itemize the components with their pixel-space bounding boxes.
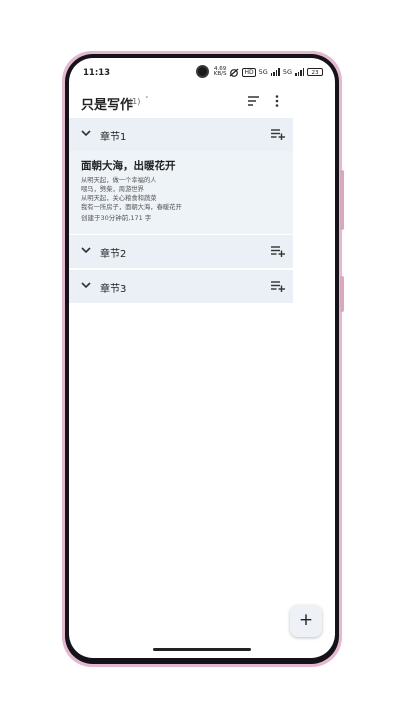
chevron-down-icon[interactable] (81, 129, 91, 137)
home-indicator[interactable] (153, 648, 251, 651)
screen: 11:13 4.69 KB/S HD 5G 5G 23 只是写作 (1) ˅ 章… (69, 58, 335, 658)
network-type-2: 5G (282, 68, 292, 76)
status-icons: 4.69 KB/S HD 5G 5G 23 (213, 66, 323, 77)
app-title[interactable]: 只是写作 (81, 94, 133, 113)
status-time: 11:13 (83, 68, 111, 78)
document-card[interactable]: 面朝大海，出暖花开 从明天起，做一个幸福的人 喂马，劈柴，周游世界 从明天起，关… (69, 151, 293, 234)
playlist-add-icon[interactable] (271, 128, 285, 140)
document-preview: 从明天起，做一个幸福的人 喂马，劈柴，周游世界 从明天起，关心粮食和蔬菜 我有一… (81, 176, 286, 212)
chevron-down-icon[interactable] (81, 246, 91, 254)
document-meta: 创建于30分钟前,171 字 (81, 214, 152, 222)
power-button (340, 276, 344, 312)
speed-unit: KB/S (213, 71, 227, 77)
volume-button (340, 170, 344, 230)
signal-icon-2 (295, 68, 304, 76)
battery-icon: 23 (307, 68, 323, 76)
hd-badge: HD (242, 67, 256, 77)
document-title: 面朝大海，出暖花开 (81, 160, 176, 172)
chapter-row-1[interactable]: 章节1 (69, 118, 293, 151)
signal-icon (270, 68, 280, 76)
more-vert-icon[interactable] (273, 95, 281, 107)
alarm-off-icon (230, 68, 239, 77)
chevron-down-icon[interactable]: ˅ (145, 96, 149, 104)
chapter-row-3[interactable]: 章节3 (69, 270, 293, 303)
network-type-1: 5G (258, 68, 268, 76)
document-count: (1) (129, 97, 141, 106)
sort-icon[interactable] (247, 95, 260, 107)
preview-line: 喂马，劈柴，周游世界 (81, 186, 144, 193)
chevron-down-icon[interactable] (81, 281, 91, 289)
preview-line: 从明天起，做一个幸福的人 (81, 177, 157, 184)
add-document-button[interactable]: + (290, 605, 322, 637)
chapter-label: 章节1 (100, 132, 127, 143)
chapter-label: 章节2 (100, 249, 127, 260)
chapter-row-2[interactable]: 章节2 (69, 235, 293, 268)
network-speed: 4.69 KB/S (213, 66, 227, 77)
chapter-label: 章节3 (100, 284, 127, 295)
app-bar: 只是写作 (1) ˅ (69, 88, 335, 114)
playlist-add-icon[interactable] (271, 245, 285, 257)
chapter-list: 章节1 面朝大海，出暖花开 从明天起，做一个幸福的人 喂马，劈柴，周游世界 从明… (69, 118, 293, 304)
status-bar: 11:13 4.69 KB/S HD 5G 5G 23 (69, 58, 335, 86)
preview-line: 我有一所房子，面朝大海，春暖花开 (81, 204, 182, 211)
playlist-add-icon[interactable] (271, 280, 285, 292)
preview-line: 从明天起，关心粮食和蔬菜 (81, 195, 157, 202)
